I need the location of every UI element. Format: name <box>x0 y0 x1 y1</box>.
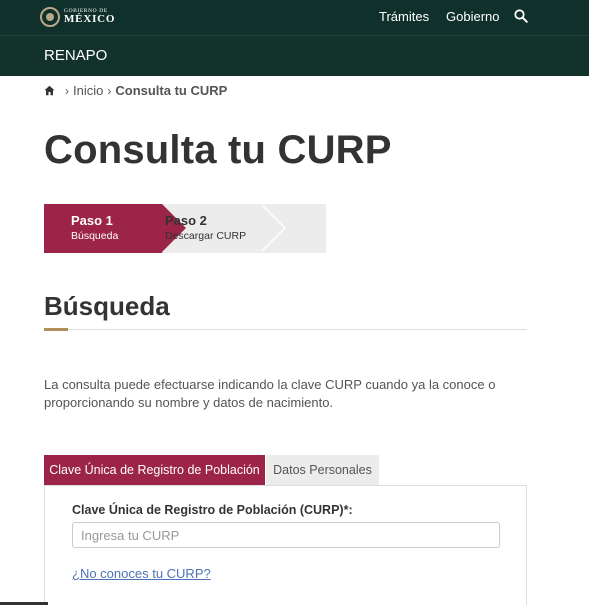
breadcrumb: › Inicio › Consulta tu CURP <box>44 83 227 98</box>
section-divider <box>44 329 527 330</box>
curp-field-label: Clave Única de Registro de Población (CU… <box>72 503 353 517</box>
section-accent-bar <box>44 328 68 331</box>
step-2-arrow-shape <box>260 204 284 252</box>
search-icon[interactable] <box>514 9 528 23</box>
breadcrumb-separator-icon: › <box>107 83 112 98</box>
home-icon[interactable] <box>44 85 55 96</box>
tab-clave-curp[interactable]: Clave Única de Registro de Población <box>44 455 265 485</box>
step-1-label: Paso 1 <box>71 213 113 228</box>
section-title: Búsqueda <box>44 291 170 321</box>
curp-input[interactable] <box>72 522 500 548</box>
nav-link-tramites[interactable]: Trámites <box>379 9 429 24</box>
nav-link-gobierno[interactable]: Gobierno <box>446 9 499 24</box>
breadcrumb-separator-icon: › <box>65 83 69 98</box>
no-conoces-curp-link[interactable]: ¿No conoces tu CURP? <box>72 566 211 581</box>
intro-paragraph: La consulta puede efectuarse indicando l… <box>44 377 496 410</box>
step-1-sublabel: Búsqueda <box>71 230 119 242</box>
tab-datos-personales[interactable]: Datos Personales <box>266 455 379 485</box>
step-2-label: Paso 2 <box>165 213 207 228</box>
logo-big-text: MÉXICO <box>64 13 116 26</box>
breadcrumb-current: Consulta tu CURP <box>115 83 228 98</box>
site-section-title[interactable]: RENAPO <box>44 47 107 64</box>
step-1-active <box>44 204 162 253</box>
top-navbar: GOBIERNO DE MÉXICO Trámites Gobierno <box>0 0 589 35</box>
step-1-arrow-shape <box>162 204 186 252</box>
page-title: Consulta tu CURP <box>44 128 392 172</box>
logo-wordmark: GOBIERNO DE MÉXICO <box>64 8 116 26</box>
secondary-navbar: RENAPO <box>0 35 589 76</box>
step-2-sublabel: Descargar CURP <box>165 230 247 242</box>
national-seal-icon <box>40 7 60 27</box>
breadcrumb-inicio[interactable]: Inicio <box>73 83 103 98</box>
gobierno-mexico-logo[interactable]: GOBIERNO DE MÉXICO <box>40 5 115 29</box>
progress-stepper: Paso 1 Búsqueda Paso 2 Descargar CURP <box>44 204 326 253</box>
